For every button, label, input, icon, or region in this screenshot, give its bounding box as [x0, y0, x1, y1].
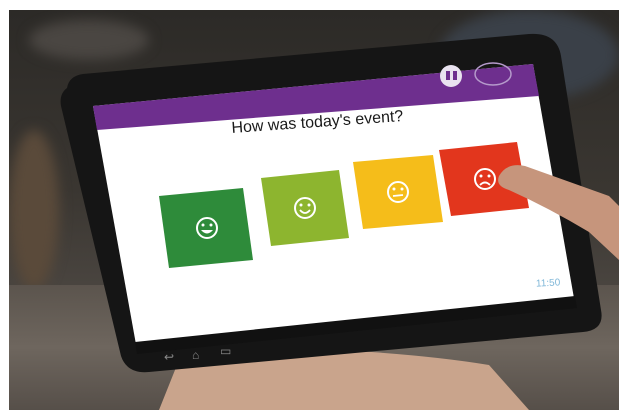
logo-people-icon: [440, 65, 462, 87]
back-nav-icon[interactable]: ↩: [164, 350, 174, 364]
recent-apps-nav-icon[interactable]: ▭: [220, 344, 231, 358]
home-nav-icon[interactable]: ⌂: [192, 348, 199, 362]
rating-happy-button[interactable]: [261, 170, 349, 246]
logo-person-right: [453, 71, 457, 80]
logo-person-left: [446, 71, 450, 80]
status-clock: 11:50: [535, 277, 561, 290]
rating-neutral-button[interactable]: [353, 155, 443, 229]
tablet-device: [60, 33, 619, 410]
rating-very-happy-button[interactable]: [159, 188, 253, 268]
photo-scene: How was today's event? 11:50 ↩ ⌂ ▭: [9, 10, 619, 410]
